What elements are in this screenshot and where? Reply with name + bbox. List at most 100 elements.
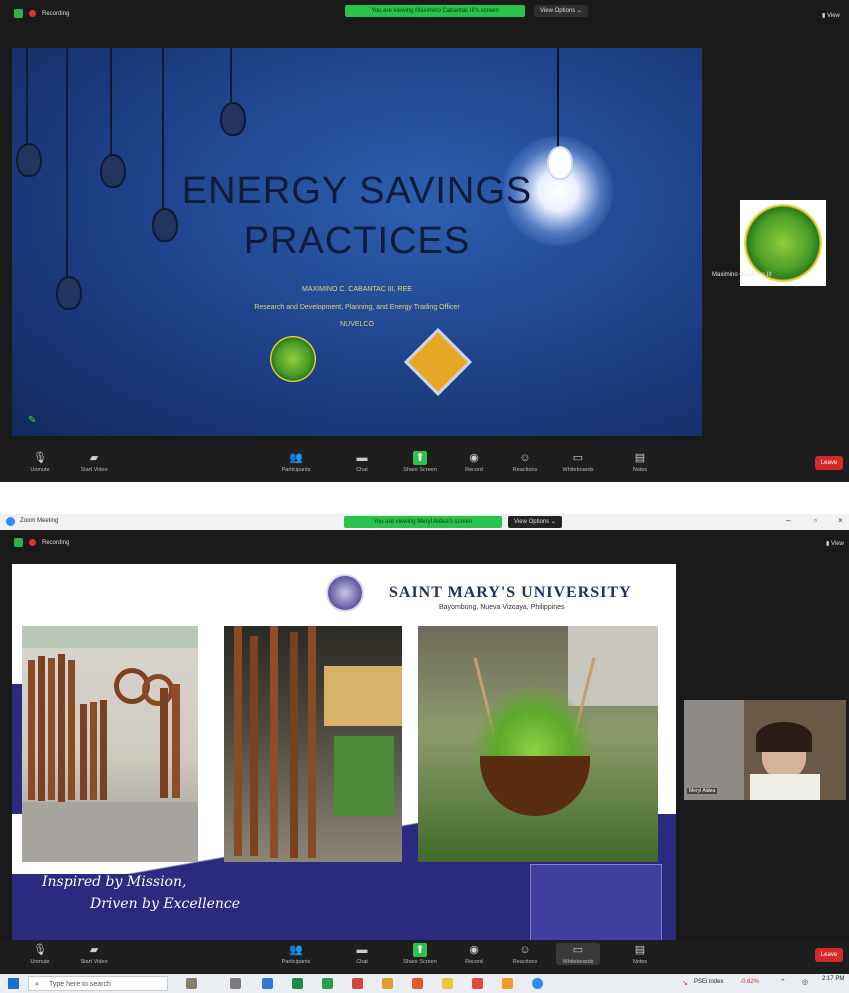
participants-button[interactable]: 👥 Participants [274,943,318,965]
whiteboards-button[interactable]: ▭ Whiteboards [556,451,600,473]
task-view-icon[interactable] [186,978,197,989]
app-icon[interactable] [412,978,423,989]
photo-floor [22,802,198,862]
record-button[interactable]: ◉ Record [452,451,496,473]
unmute-button[interactable]: 🎙 Unmute [18,943,62,965]
whiteboards-label: Whiteboards [562,959,594,965]
tagline-line2: Driven by Excellence [90,896,241,912]
presenter-org: NUVELCO [340,321,374,328]
chat-icon: ▬ [356,452,368,464]
rod [90,702,97,800]
view-label: View [830,541,844,547]
close-icon[interactable]: × [838,516,843,525]
recording-indicator[interactable]: Recording [14,9,69,18]
notes-icon: ▤ [634,944,646,956]
share-screen-button[interactable]: ⬆ Share Screen [398,943,442,965]
university-name: SAINT MARY'S UNIVERSITY [389,584,632,601]
clock-time[interactable]: 2:17 PM [822,976,844,982]
widgets-icon[interactable] [230,978,241,989]
rod [234,626,242,856]
record-label: Record [465,959,483,965]
chat-button[interactable]: ▬ Chat [340,451,384,473]
rod [100,700,107,800]
app-icon[interactable] [352,978,363,989]
notes-button[interactable]: ▤ Notes [618,451,662,473]
view-options-label: View Options [540,8,576,14]
zoom-icon[interactable] [532,978,543,989]
start-video-button[interactable]: ▰ Start Video [72,451,116,473]
slide-title-line1: ENERGY SAVINGS [181,170,533,212]
view-options-button[interactable]: View Options ⌄ [534,5,588,17]
participant-shirt [750,774,820,800]
tagline-line1: Inspired by Mission, [42,874,187,890]
rod [48,658,55,800]
rod [28,660,35,800]
stock-change: -0.62% [740,979,760,985]
windows-start-icon[interactable] [8,978,19,989]
rod [80,704,87,800]
app-icon[interactable] [322,978,333,989]
window-titlebar: Zoom Meeting – ▫ × You are viewing Meryl… [0,514,849,530]
rod [308,626,316,858]
whiteboards-button[interactable]: ▭ Whiteboards [556,943,600,965]
view-button[interactable]: ▮ View [826,540,844,547]
record-icon: ◉ [469,944,479,956]
participant-video-tile[interactable]: Meryl Aldea [684,700,846,800]
start-video-button[interactable]: ▰ Start Video [72,943,116,965]
app-icon[interactable] [472,978,483,989]
participant-name: Maximino Cabantac III [712,272,772,278]
rod [250,636,258,856]
bulb-cord [230,48,232,104]
whiteboard-icon: ▭ [572,452,584,464]
view-options-button[interactable]: View Options ⌄ [508,516,562,528]
view-button[interactable]: ▮ View [822,12,840,19]
record-button[interactable]: ◉ Record [452,943,496,965]
energy-logo-icon [404,328,472,396]
participants-button[interactable]: 👥 Participants [274,451,318,473]
reactions-button[interactable]: ☺ Reactions [503,943,547,965]
presenter-role: Research and Development, Planning, and … [254,304,460,311]
nuvelco-logo-icon [270,336,316,382]
video-off-icon: ▰ [89,944,99,956]
rod [38,656,45,801]
photo-rod-display [224,626,402,862]
annotate-pencil-icon[interactable]: ✎ [28,415,36,426]
network-icon[interactable]: ◎ [802,978,808,986]
stock-name[interactable]: PSEi index [694,979,723,985]
recording-label: Recording [42,539,70,546]
coconut-shell-pot [480,756,590,816]
meeting-controls-toolbar: 🎙 Unmute ▰ Start Video 👥 Participants ▬ Chat… [0,940,849,974]
shared-slide-energy-savings: ENERGY SAVINGS PRACTICES MAXIMINO C. CAB… [12,48,702,436]
screen-share-banner: You are viewing Meryl Aldea's screen [344,516,502,528]
share-screen-icon: ⬆ [413,943,427,957]
participants-label: Participants [281,467,311,473]
leave-button[interactable]: Leave [815,456,843,470]
chat-button[interactable]: ▬ Chat [340,943,384,965]
folder-icon[interactable] [442,978,453,989]
microphone-muted-icon: 🎙 [33,944,47,956]
window-title: Zoom Meeting [20,518,59,524]
share-screen-button[interactable]: ⬆ Share Screen [398,451,442,473]
recording-indicator[interactable]: Recording [14,538,69,547]
chevron-up-icon[interactable]: ⌃ [780,978,786,986]
leave-button[interactable]: Leave [815,948,843,962]
recording-label: Recording [42,10,70,17]
whiteboard-icon: ▭ [572,944,584,956]
taskbar-search-input[interactable]: ⌕ Type here to search [28,976,168,991]
notes-button[interactable]: ▤ Notes [618,943,662,965]
whiteboards-label: Whiteboards [562,467,594,473]
record-icon: ◉ [469,452,479,464]
chevron-down-icon: ⌄ [576,8,582,14]
maximize-icon[interactable]: ▫ [814,516,817,525]
chrome-icon[interactable] [382,978,393,989]
participants-icon: 👥 [289,944,303,956]
participants-icon: 👥 [289,452,303,464]
reactions-button[interactable]: ☺ Reactions [503,451,547,473]
minimize-icon[interactable]: – [786,516,790,525]
excel-icon[interactable] [292,978,303,989]
ring-rod [142,674,174,706]
file-explorer-icon[interactable] [262,978,273,989]
stock-trend-icon: ↘ [682,980,688,987]
app-icon[interactable] [502,978,513,989]
unmute-button[interactable]: 🎙 Unmute [18,451,62,473]
